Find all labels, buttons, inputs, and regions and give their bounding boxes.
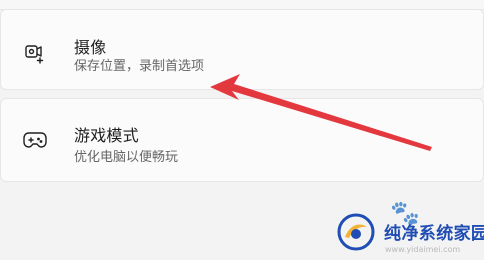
watermark-brand: 纯净系统家园 [384, 224, 484, 244]
game-mode-title: 游戏模式 [74, 126, 139, 145]
settings-item-capture[interactable]: 摄像 保存位置，录制首选项 [0, 9, 484, 90]
watermark-url: www.yidaimei.com [385, 245, 461, 254]
capture-subtitle: 保存位置，录制首选项 [74, 59, 205, 74]
site-logo-icon [336, 212, 376, 252]
site-watermark: 🐾 纯净系统家园 www.yidaimei.com [333, 201, 484, 260]
camera-record-icon [21, 38, 49, 66]
settings-item-game-mode[interactable]: 游戏模式 优化电脑以便畅玩 [0, 98, 484, 182]
game-mode-subtitle: 优化电脑以便畅玩 [74, 150, 179, 165]
paw-icon: 🐾 [390, 199, 420, 227]
game-controller-icon [21, 125, 49, 153]
